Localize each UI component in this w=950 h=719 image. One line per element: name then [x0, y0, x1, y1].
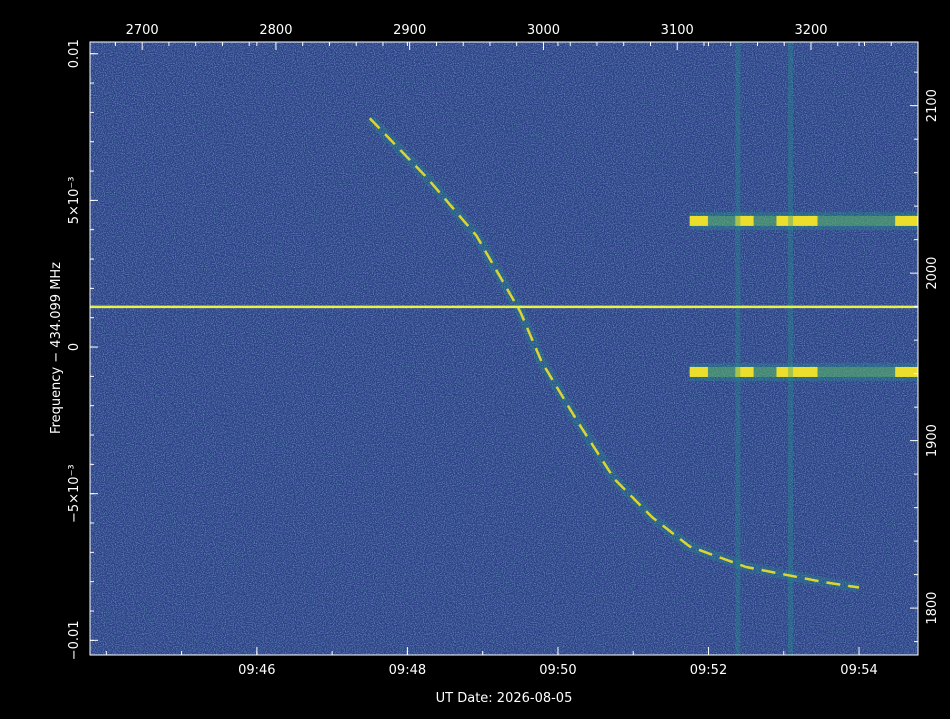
y-left-tick-label: −0.01: [67, 620, 82, 660]
interference-burst: [690, 367, 708, 377]
interference-burst: [776, 367, 817, 377]
x-axis-label: UT Date: 2026-08-05: [436, 691, 573, 706]
x-bottom-tick-label: 09:54: [840, 663, 877, 678]
interference-burst: [895, 216, 918, 226]
noise-texture: [90, 42, 918, 655]
y-right-tick-label: 1900: [925, 424, 940, 457]
y-right-tick-label: 2100: [925, 89, 940, 122]
x-bottom-tick-label: 09:52: [690, 663, 727, 678]
y-right-tick-label: 1800: [925, 592, 940, 625]
x-top-tick-label: 3100: [661, 23, 694, 38]
x-top-tick-label: 3000: [527, 23, 560, 38]
x-bottom-tick-label: 09:46: [238, 663, 275, 678]
x-bottom-tick-label: 09:50: [539, 663, 576, 678]
y-left-tick-label: 0: [67, 343, 82, 351]
y-right-tick-label: 2000: [925, 257, 940, 290]
x-top-tick-label: 2800: [259, 23, 292, 38]
x-top-tick-label: 2700: [126, 23, 159, 38]
broadband-streak: [788, 42, 793, 655]
spectrogram-figure: 09:46 09:48 09:50 09:52 09:54 2700 2800 2900 30…: [0, 0, 950, 719]
interference-burst: [690, 216, 708, 226]
y-axis-label: Frequency − 434.099 MHz: [49, 262, 64, 434]
x-top-tick-label: 3200: [794, 23, 827, 38]
y-left-tick-label: −5×10⁻³: [67, 464, 82, 523]
x-top-tick-label: 2900: [393, 23, 426, 38]
plot-area: [90, 42, 918, 655]
x-bottom-tick-label: 09:48: [389, 663, 426, 678]
y-left-tick-label: 0.01: [67, 39, 82, 68]
interference-burst: [776, 216, 817, 226]
interference-burst: [895, 367, 918, 377]
y-left-tick-label: 5×10⁻³: [67, 176, 82, 224]
